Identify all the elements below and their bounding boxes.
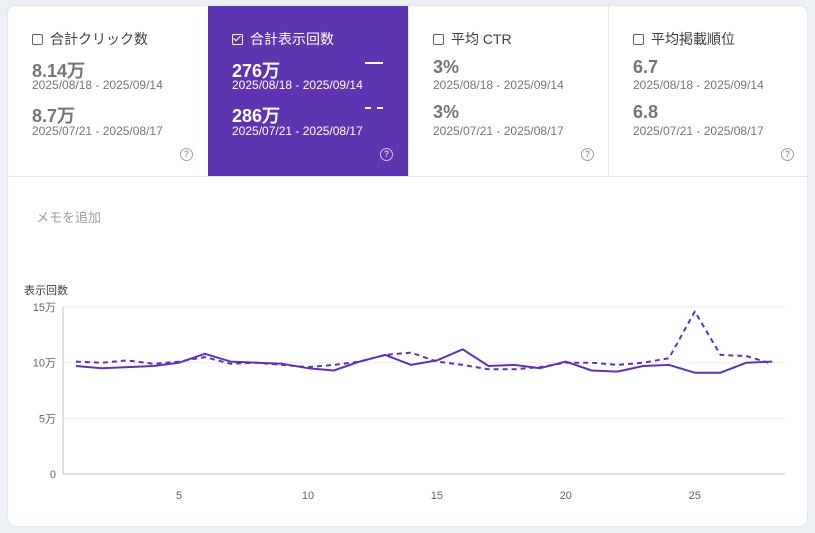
previous-period-line [75, 310, 773, 371]
current-period-line [75, 348, 773, 374]
y-tick-label: 10万 [33, 358, 56, 370]
x-tick-label: 5 [176, 490, 182, 502]
x-tick-label: 10 [302, 490, 314, 502]
x-tick-label: 20 [560, 490, 572, 502]
x-tick-label: 25 [689, 490, 701, 502]
performance-card: 合計クリック数 8.14万 2025/08/18 - 2025/09/14 8.… [8, 6, 807, 526]
impressions-line-chart: 0 5万 10万 15万 5 10 15 20 25 [33, 302, 785, 502]
y-tick-label: 5万 [39, 413, 56, 425]
y-tick-label: 15万 [33, 302, 56, 314]
y-tick-label: 0 [50, 469, 56, 481]
x-tick-label: 15 [431, 490, 443, 502]
